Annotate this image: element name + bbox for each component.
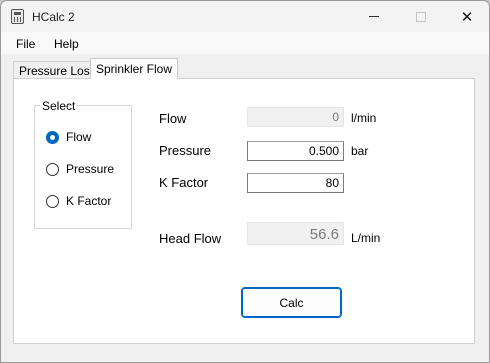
select-group-title: Select [40,99,78,113]
radio-k-factor[interactable]: K Factor [46,194,111,208]
radio-pressure-label[interactable]: Pressure [66,162,114,176]
pressure-label: Pressure [159,143,212,158]
tab-pressure-loss[interactable]: Pressure Loss [13,61,102,79]
title-bar[interactable]: HCalc 2 ✕ [1,1,489,32]
close-icon: ✕ [460,7,474,26]
app-window: HCalc 2 ✕ File Help Pressure Loss Sprink… [0,0,490,363]
close-button[interactable]: ✕ [444,1,489,32]
pressure-field[interactable]: 0.500 [247,141,344,161]
minimize-button[interactable] [351,1,397,32]
radio-button-icon[interactable] [46,162,59,176]
maximize-icon [416,11,426,22]
flow-label: Flow [159,111,187,126]
k-factor-label: K Factor [159,175,209,190]
radio-k-factor-label[interactable]: K Factor [66,194,111,208]
k-factor-field[interactable]: 80 [247,173,344,193]
radio-flow-label[interactable]: Flow [66,130,91,144]
window-title: HCalc 2 [32,10,75,24]
radio-flow[interactable]: Flow [46,130,91,144]
flow-unit: l/min [351,111,377,125]
calculator-icon [11,9,24,24]
menu-file[interactable]: File [16,37,35,51]
maximize-button [398,1,444,32]
calc-button[interactable]: Calc [241,287,342,318]
tab-sprinkler-flow[interactable]: Sprinkler Flow [90,58,179,79]
menu-help[interactable]: Help [54,37,79,51]
flow-field: 0 [247,107,344,127]
radio-button-checked-icon[interactable] [46,130,59,144]
head-flow-field: 56.6 [247,222,344,245]
menu-bar: File Help [1,32,489,54]
minimize-icon [369,16,379,17]
pressure-unit: bar [351,144,369,158]
head-flow-label: Head Flow [159,231,222,246]
radio-pressure[interactable]: Pressure [46,162,114,176]
head-flow-unit: L/min [351,231,381,245]
radio-button-icon[interactable] [46,194,59,208]
